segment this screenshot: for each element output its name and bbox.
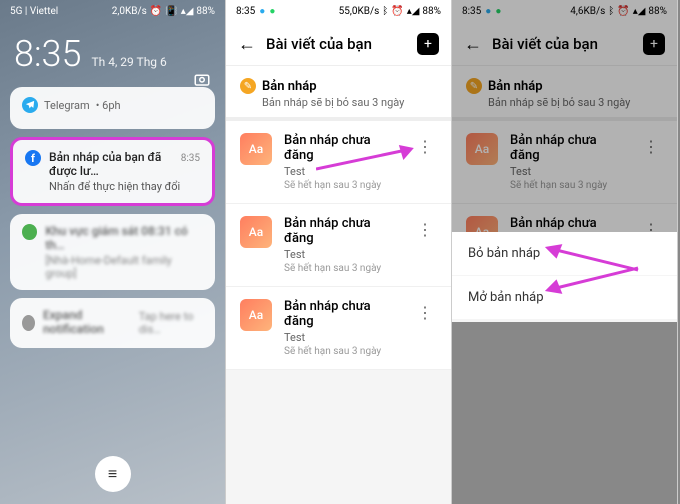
alarm-icon: ⏰ (391, 6, 403, 17)
telegram-status-icon: ● (259, 6, 265, 17)
phone-lockscreen: 5G | Viettel 2,0KB/s ⏰ 📳 ▴◢ 88% 8:35 Th … (0, 0, 226, 504)
text-post-icon: Aa (240, 216, 272, 248)
battery-label: 88% (422, 6, 441, 17)
notif-time: • 6ph (96, 99, 121, 112)
notification-expand[interactable]: Expand notification Tap here to dis… (10, 298, 215, 348)
bluetooth-icon: ᛒ (382, 6, 388, 17)
draft-title: Bản nháp chưa đăng (284, 133, 401, 163)
page-title: Bài viết của bạn (266, 35, 407, 53)
status-bar: 8:35 ● ● 55,0KB/s ᛒ ⏰ ▴◢ 88% (226, 0, 451, 23)
clock-date: Th 4, 29 Thg 6 (91, 55, 166, 69)
open-label: Mở bản nháp (468, 290, 544, 305)
new-post-button[interactable]: + (417, 33, 439, 55)
notification-telegram[interactable]: Telegram • 6ph (10, 87, 215, 129)
discard-label: Bỏ bản nháp (468, 246, 540, 261)
draft-content: Test (284, 248, 401, 261)
signal-icon: ▴◢ (407, 6, 420, 17)
clock-time: 8:35 (14, 33, 81, 75)
status-bar: 5G | Viettel 2,0KB/s ⏰ 📳 ▴◢ 88% (0, 0, 225, 23)
clock-row: 8:35 Th 4, 29 Thg 6 (0, 23, 225, 79)
draft-expiry: Sẽ hết hạn sau 3 ngày (284, 346, 401, 357)
draft-content: Test (284, 165, 401, 178)
draft-menu-button[interactable]: ⋮ (413, 299, 437, 326)
context-menu: Bỏ bản nháp Mở bản nháp (452, 232, 677, 320)
phone-drafts-context-menu: 8:35 ● ● 4,6KB/s ᛒ ⏰ ▴◢ 88% ← Bài viết c… (452, 0, 678, 504)
draft-menu-button[interactable]: ⋮ (413, 133, 437, 160)
draft-section-header: ✎ Bản nháp Bản nháp sẽ bị bỏ sau 3 ngày (226, 66, 451, 121)
generic-app-icon (22, 315, 35, 331)
notification-camera-zone[interactable]: Khu vực giám sát 08:31 có th… [Nhà-Home-… (10, 214, 215, 290)
telegram-icon (22, 97, 38, 113)
notif-subtitle: Nhấn để thực hiện thay đổi (49, 180, 200, 193)
draft-badge-icon: ✎ (240, 78, 256, 94)
camera-shortcut[interactable] (193, 70, 211, 92)
speed-label: 2,0KB/s (112, 6, 147, 17)
draft-menu-button[interactable]: ⋮ (413, 216, 437, 243)
notif-title: Bản nháp của bạn đã được lư… (49, 150, 181, 178)
notification-facebook-draft[interactable]: f Bản nháp của bạn đã được lư… 8:35 Nhấn… (10, 137, 215, 206)
notif-subtitle: [Nhà-Home-Default family group] (45, 254, 203, 280)
draft-title: Bản nháp chưa đăng (284, 216, 401, 246)
open-draft-option[interactable]: Mở bản nháp (452, 276, 677, 320)
discard-draft-option[interactable]: Bỏ bản nháp (452, 232, 677, 276)
speed-label: 55,0KB/s (339, 6, 380, 17)
alarm-icon: ⏰ (150, 6, 162, 17)
text-post-icon: Aa (240, 133, 272, 165)
draft-section-title: Bản nháp (262, 79, 317, 94)
draft-content: Test (284, 331, 401, 344)
notif-app-name: Telegram (44, 99, 90, 112)
facebook-icon: f (25, 150, 41, 166)
draft-expiry: Sẽ hết hạn sau 3 ngày (284, 180, 401, 191)
battery-label: 88% (196, 6, 215, 17)
home-button[interactable]: ≡ (95, 456, 131, 492)
notif-timestamp: 8:35 (181, 153, 200, 164)
draft-expiry: Sẽ hết hạn sau 3 ngày (284, 263, 401, 274)
text-post-icon: Aa (240, 299, 272, 331)
phone-drafts-list: 8:35 ● ● 55,0KB/s ᛒ ⏰ ▴◢ 88% ← Bài viết … (226, 0, 452, 504)
camera-app-icon (22, 224, 37, 240)
app-header: ← Bài viết của bạn + (226, 23, 451, 66)
draft-item[interactable]: Aa Bản nháp chưa đăng Test Sẽ hết hạn sa… (226, 204, 451, 287)
draft-item[interactable]: Aa Bản nháp chưa đăng Test Sẽ hết hạn sa… (226, 287, 451, 370)
draft-item[interactable]: Aa Bản nháp chưa đăng Test Sẽ hết hạn sa… (226, 121, 451, 204)
status-time: 8:35 (236, 6, 255, 17)
back-button[interactable]: ← (238, 34, 256, 55)
draft-title: Bản nháp chưa đăng (284, 299, 401, 329)
notif-subtitle: Tap here to dis… (139, 310, 203, 336)
draft-section-note: Bản nháp sẽ bị bỏ sau 3 ngày (262, 96, 437, 109)
menu-icon: ≡ (108, 464, 117, 484)
notif-title: Khu vực giám sát 08:31 có th… (45, 224, 203, 252)
empty-area (452, 322, 677, 504)
annotation-arrow (538, 240, 648, 280)
vibrate-icon: 📳 (165, 6, 177, 17)
notif-title: Expand notification (43, 308, 127, 336)
carrier-label: 5G | Viettel (10, 6, 58, 17)
signal-icon: ▴◢ (181, 6, 194, 17)
whatsapp-status-icon: ● (269, 6, 275, 17)
